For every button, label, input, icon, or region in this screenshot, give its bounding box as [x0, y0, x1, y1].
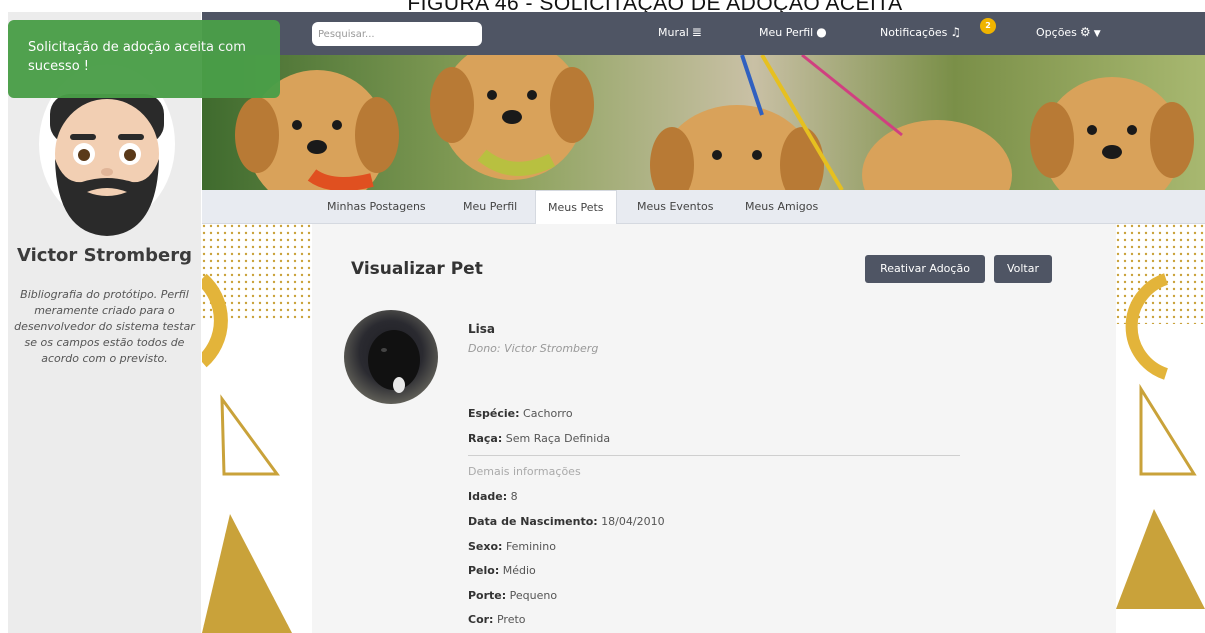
back-button[interactable]: Voltar [994, 255, 1052, 283]
nav-notificacoes[interactable]: Notificações ♫ [880, 25, 961, 39]
pet-name: Lisa [468, 322, 495, 336]
field-breed-label: Raça: [468, 432, 503, 445]
field-birth-value: 18/04/2010 [601, 515, 665, 528]
pet-owner: Dono: Victor Stromberg [468, 342, 599, 355]
field-sex: Sexo: Feminino [468, 540, 556, 553]
page-title: Visualizar Pet [351, 259, 483, 279]
profile-bio: Bibliografia do protótipo. Perfil merame… [14, 288, 195, 365]
field-breed: Raça: Sem Raça Definida [468, 432, 610, 445]
field-size-value: Pequeno [509, 589, 558, 602]
tab-minhas-postagens[interactable]: Minhas Postagens [315, 190, 438, 224]
field-size-label: Porte: [468, 589, 507, 602]
field-color-value: Preto [496, 613, 526, 626]
nav-opcoes-label: Opções [1036, 26, 1077, 39]
profile-name: Victor Stromberg [17, 245, 192, 266]
field-species-value: Cachorro [523, 407, 573, 420]
bell-icon: ♫ [950, 25, 962, 39]
tab-meus-pets[interactable]: Meus Pets [535, 190, 617, 225]
tab-meu-perfil[interactable]: Meu Perfil [451, 190, 529, 224]
toast-message: Solicitação de adoção aceita com sucesso… [28, 40, 246, 74]
field-color: Cor: Preto [468, 613, 526, 626]
tab-meus-eventos[interactable]: Meus Eventos [625, 190, 725, 224]
search-input[interactable] [312, 22, 482, 46]
pet-photo [344, 310, 438, 404]
field-coat: Pelo: Médio [468, 564, 536, 577]
notification-badge: 2 [980, 18, 996, 34]
reactivate-adoption-button[interactable]: Reativar Adoção [865, 255, 985, 283]
profile-tabs: Minhas Postagens Meu Perfil Meus Pets Me… [202, 190, 1205, 225]
field-age-value: 8 [510, 490, 518, 503]
field-birth-label: Data de Nascimento: [468, 515, 598, 528]
field-age: Idade: 8 [468, 490, 518, 503]
field-sex-value: Feminino [505, 540, 556, 553]
decorative-pattern-left [197, 224, 312, 633]
field-coat-label: Pelo: [468, 564, 500, 577]
cover-banner [202, 55, 1205, 190]
divider [468, 455, 960, 456]
field-birth: Data de Nascimento: 18/04/2010 [468, 515, 665, 528]
field-size: Porte: Pequeno [468, 589, 557, 602]
database-icon: ≣ [691, 25, 702, 39]
section-more-info: Demais informações [468, 465, 581, 478]
puppies-illustration [235, 55, 1194, 190]
success-toast[interactable]: Solicitação de adoção aceita com sucesso… [8, 20, 280, 98]
gears-icon: ⚙ [1079, 25, 1091, 39]
field-sex-label: Sexo: [468, 540, 503, 553]
field-breed-value: Sem Raça Definida [505, 432, 611, 445]
nav-notificacoes-label: Notificações [880, 26, 948, 39]
caret-down-icon: ▼ [1093, 29, 1101, 39]
nav-opcoes[interactable]: Opções ⚙ ▼ [1036, 25, 1101, 39]
pet-detail-panel: Visualizar Pet Reativar Adoção Voltar Li… [312, 224, 1116, 633]
nav-meu-perfil[interactable]: Meu Perfil ● [759, 25, 827, 39]
nav-mural[interactable]: Mural ≣ [658, 25, 702, 39]
tab-meus-amigos[interactable]: Meus Amigos [733, 190, 830, 224]
profile-sidebar: Victor Stromberg Bibliografia do protóti… [8, 12, 201, 633]
field-species-label: Espécie: [468, 407, 520, 420]
decorative-pattern-right [1116, 224, 1205, 633]
field-color-label: Cor: [468, 613, 494, 626]
nav-mural-label: Mural [658, 26, 689, 39]
field-species: Espécie: Cachorro [468, 407, 573, 420]
field-age-label: Idade: [468, 490, 508, 503]
user-icon: ● [816, 25, 827, 39]
field-coat-value: Médio [502, 564, 536, 577]
top-navbar: Mural≣ Meu Perfil● Notificações♫ 2 Opçõe… [202, 12, 1205, 55]
nav-meu-perfil-label: Meu Perfil [759, 26, 814, 39]
